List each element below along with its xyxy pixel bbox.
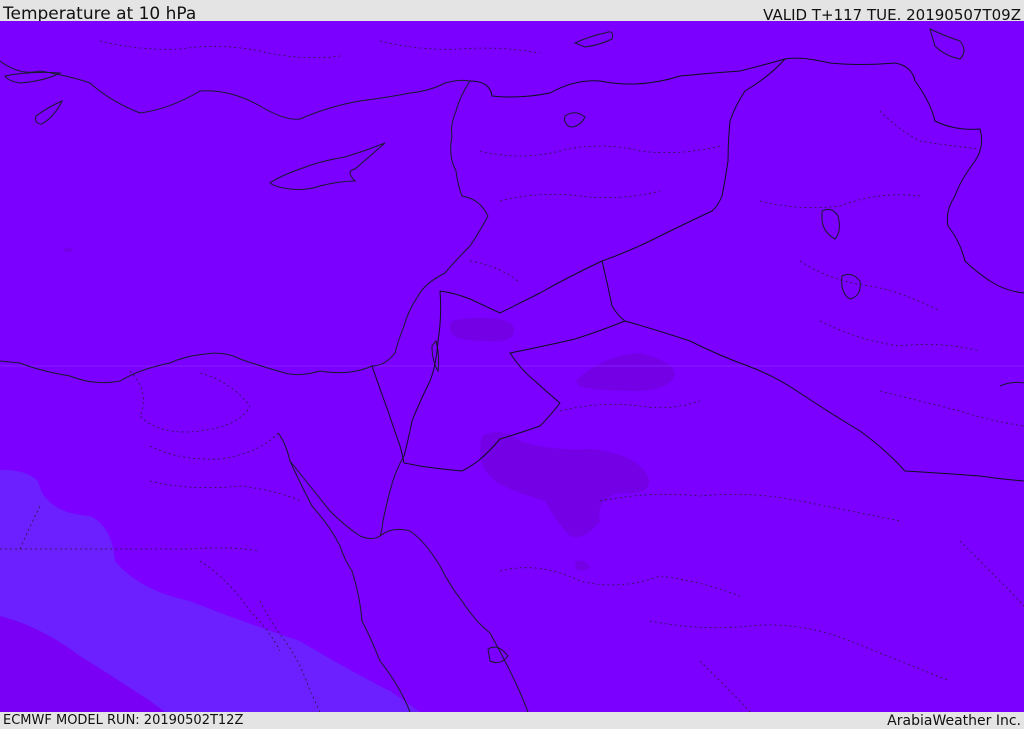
header-bar: Temperature at 10 hPa VALID T+117 TUE. 2… [0, 0, 1024, 24]
warm-patch-jordan [449, 317, 515, 342]
credit-label: ArabiaWeather Inc. [887, 713, 1021, 729]
footer-bar: ECMWF MODEL RUN: 20190502T12Z ArabiaWeat… [0, 712, 1024, 729]
model-run-label: ECMWF MODEL RUN: 20190502T12Z [3, 713, 244, 728]
weather-map[interactable] [0, 21, 1024, 712]
